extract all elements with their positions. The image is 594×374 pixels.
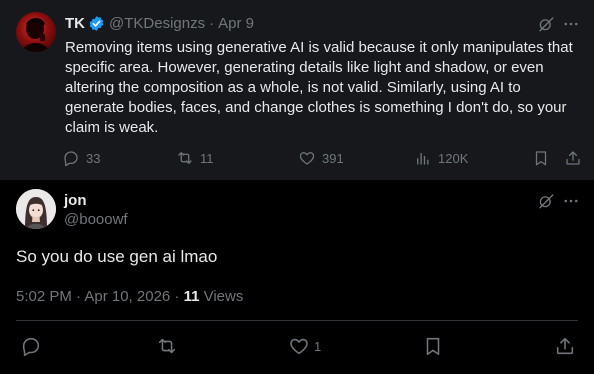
tweet-text: Removing items using generative AI is va… [65, 39, 573, 136]
author-handle[interactable]: @booowf [64, 211, 128, 228]
tweet-meta: 5:02 PM · Apr 10, 2026 · 11 Views [16, 288, 243, 305]
avatar[interactable] [16, 189, 56, 229]
author-name[interactable]: jon [64, 192, 87, 209]
bookmark-button[interactable] [532, 148, 550, 168]
like-icon [298, 149, 316, 167]
bookmark-icon [422, 335, 444, 357]
separator: · [209, 14, 215, 32]
parent-tweet[interactable]: TK @TKDesignzs · Apr 9 Removing items us… [0, 0, 594, 180]
share-button[interactable] [554, 336, 576, 356]
tweet-header: TK @TKDesignzs · Apr 9 [65, 14, 254, 32]
bookmark-button[interactable] [422, 336, 444, 356]
verified-badge-icon [88, 15, 105, 32]
share-icon [564, 149, 582, 167]
repost-icon [156, 335, 178, 357]
author-handle[interactable]: @TKDesignzs [109, 15, 205, 32]
views-count: 11 [183, 288, 200, 305]
repost-button[interactable]: 11 [176, 148, 214, 168]
views-button[interactable]: 120K [414, 148, 468, 168]
views-label: Views [199, 288, 244, 305]
tweet-actions: 1 [16, 336, 578, 360]
avatar[interactable] [16, 12, 56, 52]
like-icon [288, 335, 310, 357]
more-icon[interactable] [561, 191, 581, 211]
repost-count: 11 [200, 150, 214, 166]
more-icon[interactable] [561, 14, 581, 34]
tweet-text: So you do use gen ai lmao [16, 247, 218, 266]
like-button[interactable]: 1 [288, 336, 321, 356]
grok-icon[interactable] [536, 14, 556, 34]
share-icon [554, 335, 576, 357]
tweet-thread: TK @TKDesignzs · Apr 9 Removing items us… [0, 0, 594, 374]
share-button[interactable] [564, 148, 582, 168]
views-icon [414, 149, 432, 167]
views-count: 120K [438, 150, 469, 166]
reply-button[interactable]: 33 [62, 148, 100, 168]
like-count: 391 [322, 150, 344, 166]
tweet-actions: 33 11 391 120K [62, 148, 584, 168]
like-button[interactable]: 391 [298, 148, 344, 168]
reply-icon [20, 335, 42, 357]
tweet-date[interactable]: Apr 9 [218, 15, 254, 32]
repost-icon [176, 149, 194, 167]
bookmark-icon [532, 149, 550, 167]
reply-count: 33 [86, 150, 101, 166]
tweet-timestamp[interactable]: 5:02 PM · Apr 10, 2026 · [16, 288, 184, 305]
repost-button[interactable] [156, 336, 178, 356]
divider [16, 320, 578, 321]
reply-button[interactable] [20, 335, 42, 357]
like-count: 1 [314, 338, 322, 354]
reply-icon [62, 149, 80, 167]
grok-icon[interactable] [536, 191, 556, 211]
author-name[interactable]: TK [65, 15, 85, 32]
